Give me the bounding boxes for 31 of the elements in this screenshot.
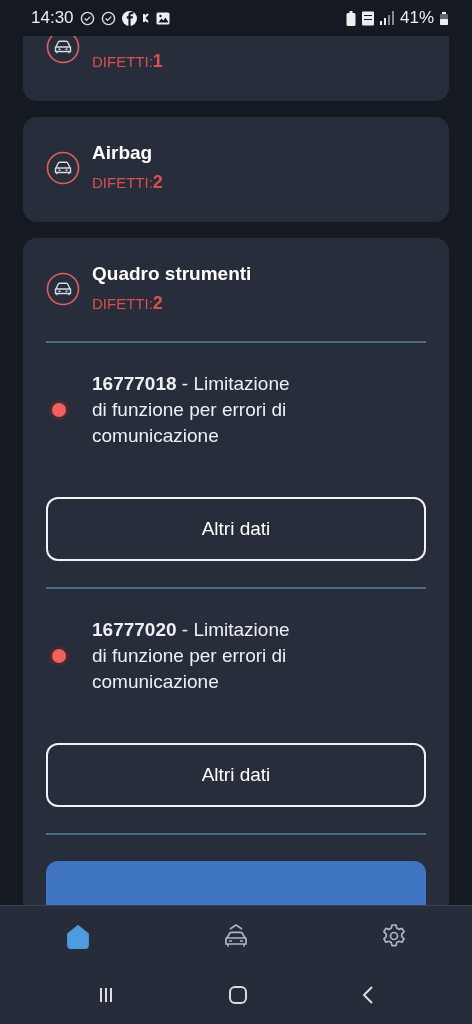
battery-icon bbox=[440, 11, 448, 25]
image-icon bbox=[155, 11, 170, 25]
defects-count: DIFETTI:2 bbox=[92, 292, 164, 315]
system-name: Airbag bbox=[92, 141, 154, 165]
fault-status-dot bbox=[52, 403, 66, 417]
fault-description: 16777018 - Limitazione di funzione per errori di comunicazione bbox=[92, 372, 291, 448]
more-data-button[interactable]: Altri dati bbox=[46, 743, 426, 807]
more-data-button[interactable]: Altri dati bbox=[46, 497, 426, 561]
defects-count: DIFETTI:2 bbox=[92, 171, 163, 194]
defects-count: DIFETTI:1 bbox=[92, 50, 163, 73]
battery-percentage: 41% bbox=[399, 8, 434, 28]
recent-apps-icon[interactable] bbox=[97, 987, 114, 1003]
home-button-icon[interactable] bbox=[229, 986, 247, 1004]
car-icon bbox=[46, 36, 80, 64]
car-icon bbox=[46, 150, 80, 185]
check-circle-icon bbox=[100, 10, 116, 26]
k-letter-icon bbox=[142, 13, 150, 23]
car-icon bbox=[46, 271, 80, 306]
system-name: Quadro strumenti bbox=[92, 262, 252, 286]
fault-status-dot bbox=[52, 649, 66, 663]
status-time: 14:30 bbox=[31, 8, 74, 28]
back-icon[interactable] bbox=[362, 986, 375, 1004]
fault-description: 16777020 - Limitazione di funzione per errori di comunicazione bbox=[92, 618, 291, 694]
settings-icon bbox=[380, 923, 407, 949]
check-circle-icon bbox=[79, 10, 95, 26]
battery-saver-icon bbox=[345, 10, 356, 26]
car-icon bbox=[222, 922, 250, 950]
facebook-icon bbox=[121, 10, 137, 26]
home-icon bbox=[65, 923, 92, 949]
sim-icon bbox=[361, 10, 374, 26]
signal-icon bbox=[379, 11, 394, 25]
